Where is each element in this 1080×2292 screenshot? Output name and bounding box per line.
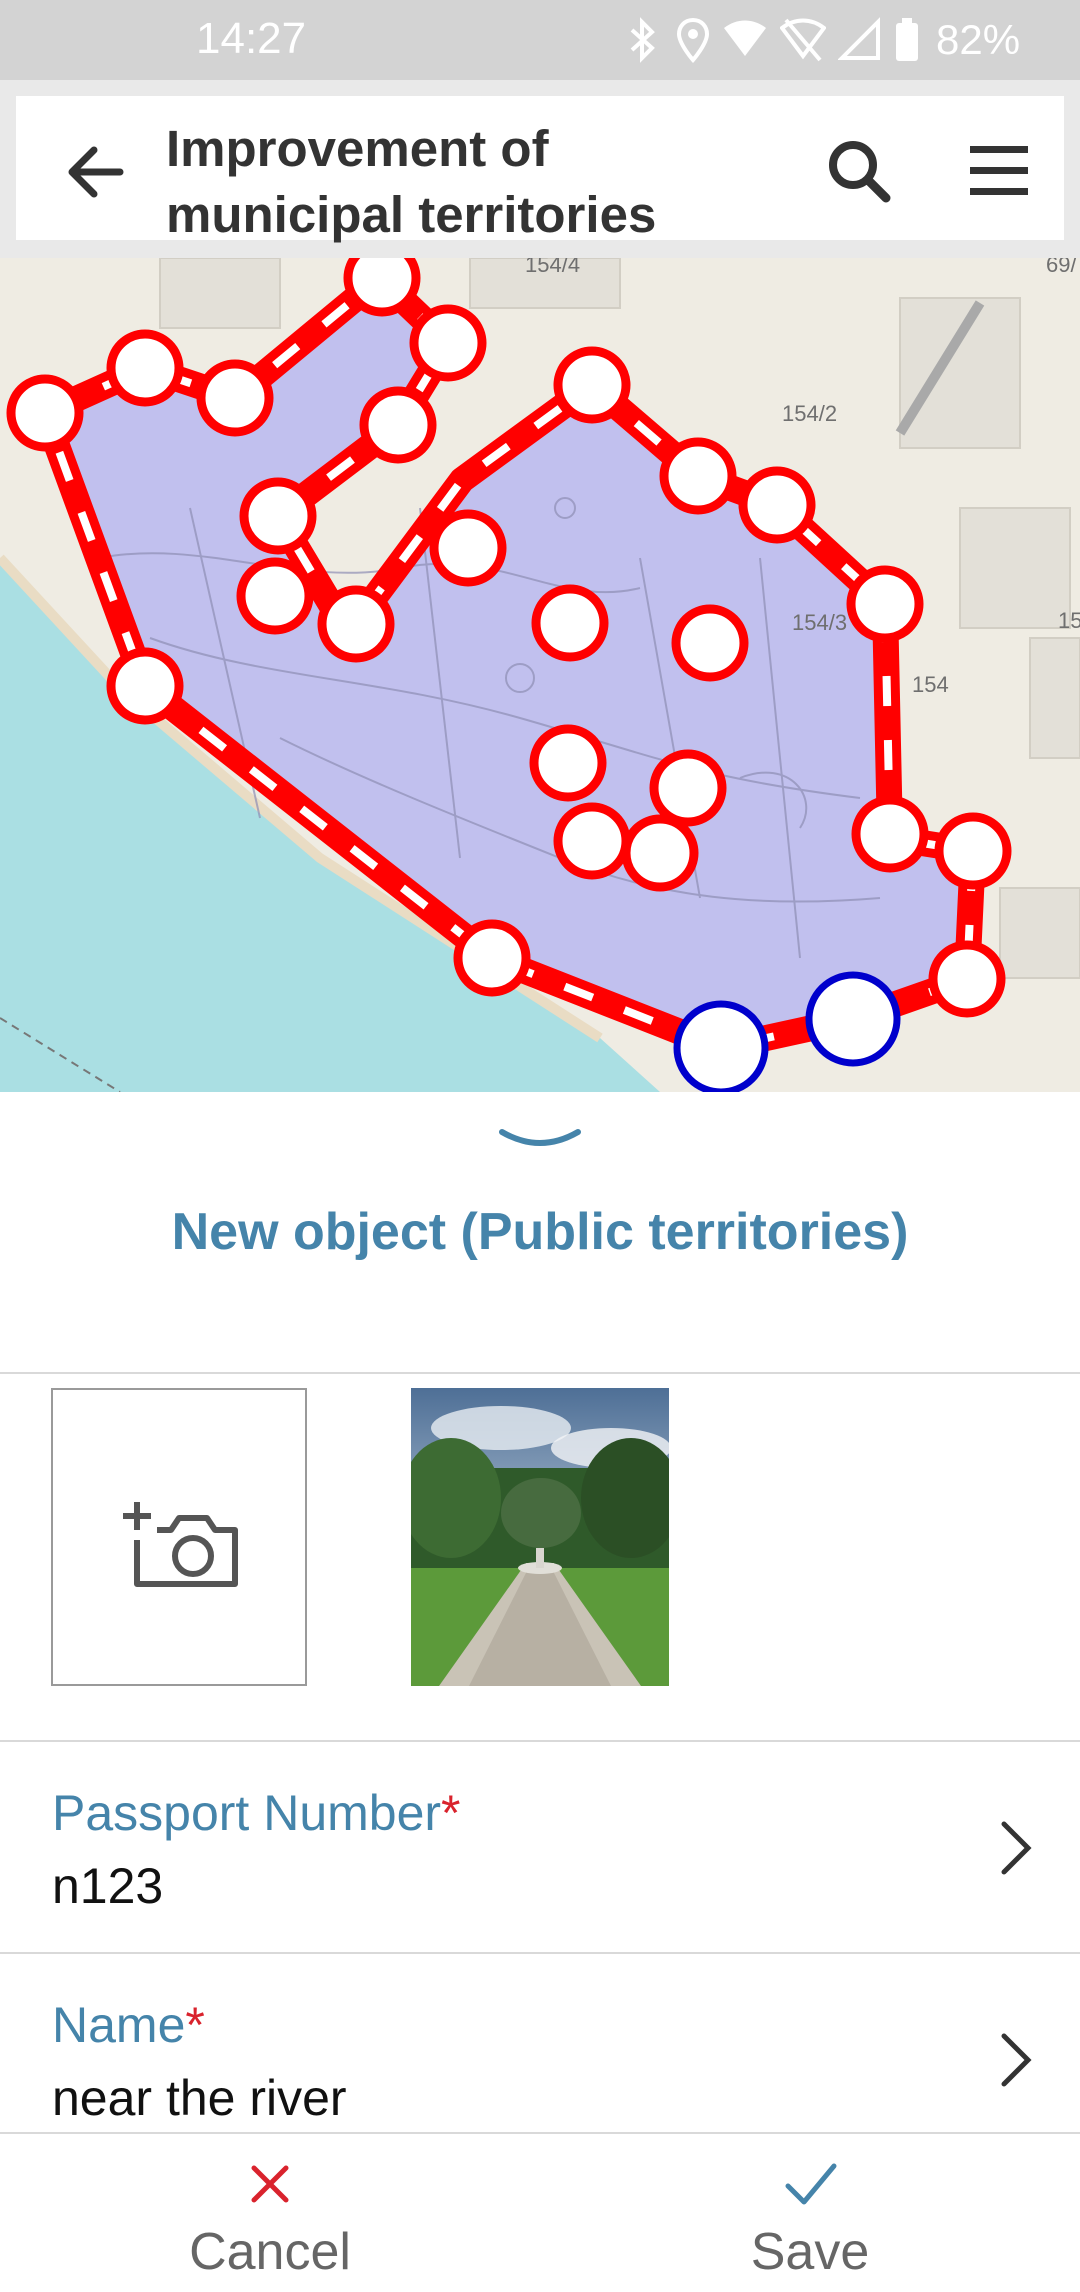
new-object-sheet: New object (Public territories) Passport… <box>0 1092 1080 2132</box>
back-arrow-icon[interactable] <box>60 136 132 208</box>
passport-number-field[interactable]: Passport Number* n123 <box>0 1742 1080 1952</box>
name-value: near the river <box>52 2070 347 2126</box>
wifi-off-icon <box>780 18 826 62</box>
app-bar-container: Improvement of municipal territories <box>0 80 1080 258</box>
passport-number-value: n123 <box>52 1858 164 1914</box>
map-label-69: 69/ <box>1046 258 1077 277</box>
required-mark: * <box>441 1785 461 1841</box>
page-title: Improvement of municipal territories <box>166 116 726 248</box>
location-icon <box>676 17 710 64</box>
bottom-action-bar: Cancel Save <box>0 2132 1080 2292</box>
sheet-title: New object (Public territories) <box>171 1203 909 1261</box>
map-label-154: 154 <box>912 672 949 697</box>
chevron-right-icon <box>1001 2033 1032 2087</box>
map-label-1543: 154/3 <box>792 610 848 635</box>
photo-thumbnail[interactable] <box>411 1388 669 1686</box>
map-view[interactable]: 154/4 154/2 154/3 154 69/ 15 <box>0 258 1080 1092</box>
name-label: Name* <box>52 1996 205 2054</box>
map-label-1542: 154/2 <box>782 401 838 426</box>
save-label: Save <box>750 2223 870 2281</box>
chevron-right-icon <box>1001 1821 1032 1875</box>
status-icons: 82% <box>624 12 1020 68</box>
status-time: 14:27 <box>196 14 307 63</box>
park-photo <box>411 1388 669 1686</box>
cancel-button[interactable]: Cancel <box>0 2134 540 2292</box>
bluetooth-icon <box>630 17 655 63</box>
add-photo-icon <box>123 1502 238 1587</box>
signal-icon <box>838 17 880 60</box>
collapse-handle-icon[interactable] <box>498 1126 582 1156</box>
wifi-icon <box>724 20 766 56</box>
page-title-line2: municipal territories <box>166 186 657 243</box>
menu-icon[interactable] <box>964 136 1034 206</box>
checkmark-icon <box>785 2163 837 2205</box>
battery-icon <box>896 18 918 61</box>
search-icon[interactable] <box>824 136 894 206</box>
cancel-label: Cancel <box>189 2223 351 2281</box>
status-bar: 14:27 82% <box>0 0 1080 80</box>
passport-number-label: Passport Number* <box>52 1784 461 1842</box>
required-mark: * <box>185 1997 205 2053</box>
close-icon <box>251 2165 289 2203</box>
name-label-text: Name <box>52 1997 186 2053</box>
divider <box>0 1372 1080 1374</box>
passport-number-label-text: Passport Number <box>52 1785 442 1841</box>
battery-percent: 82% <box>936 16 1021 63</box>
map-label-15: 15 <box>1058 608 1080 633</box>
add-photo-button[interactable] <box>51 1388 307 1686</box>
save-button[interactable]: Save <box>540 2134 1080 2292</box>
app-bar: Improvement of municipal territories <box>16 96 1064 243</box>
page-title-line1: Improvement of <box>166 120 549 177</box>
map-label-1544: 154/4 <box>525 258 581 277</box>
